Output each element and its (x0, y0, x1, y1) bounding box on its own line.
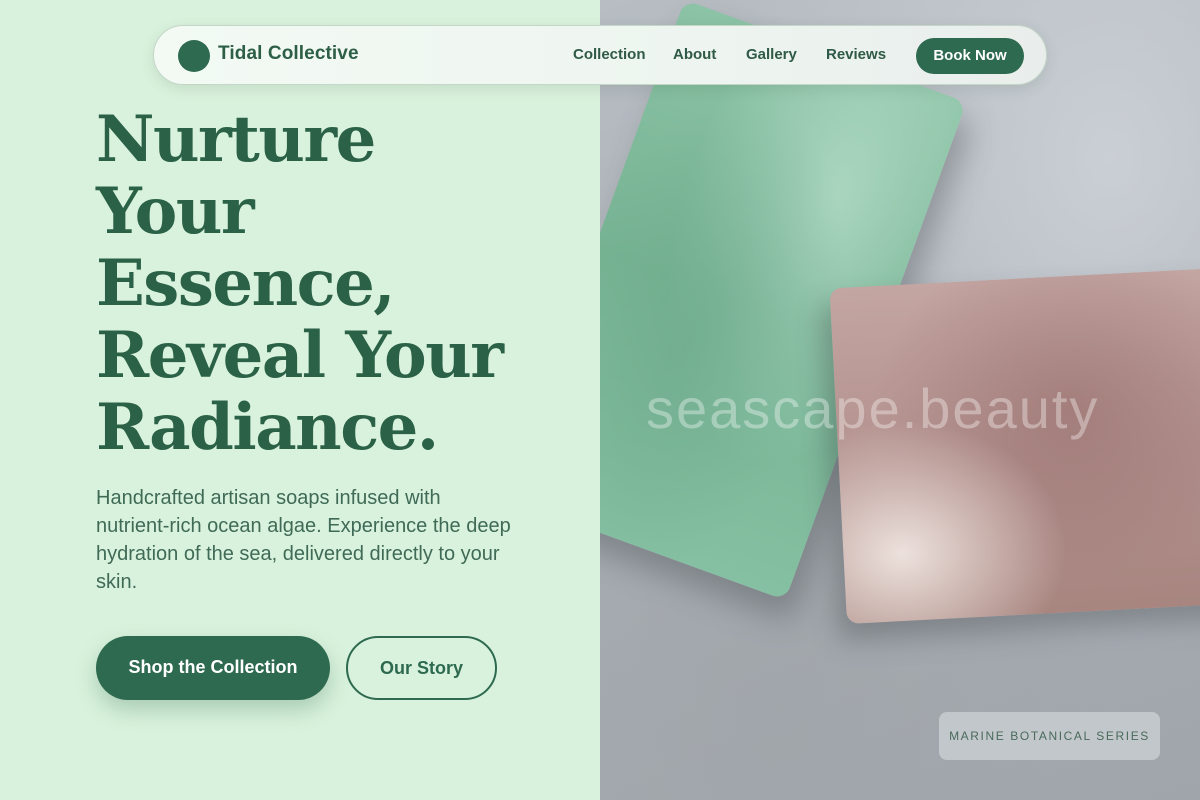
brand-logo-icon[interactable] (178, 40, 210, 72)
nav-link-about[interactable]: About (673, 46, 716, 63)
series-badge: MARINE BOTANICAL SERIES (939, 712, 1160, 760)
hero-subcopy: Handcrafted artisan soaps infused with n… (96, 487, 511, 593)
brand-name[interactable]: Tidal Collective (218, 43, 359, 65)
hero-headline: Nurture Your Essence, Reveal Your Radian… (96, 104, 596, 464)
nav-link-reviews[interactable]: Reviews (826, 46, 886, 63)
pink-soap-bar (829, 268, 1200, 624)
top-navbar: Tidal Collective Collection About Galler… (153, 25, 1047, 85)
our-story-button[interactable]: Our Story (346, 636, 497, 700)
image-watermark: seascape.beauty (646, 377, 1100, 440)
headline-line: Nurture (96, 102, 376, 177)
headline-line: Your (96, 174, 255, 249)
headline-line: Radiance. (96, 390, 439, 465)
nav-link-collection[interactable]: Collection (573, 46, 646, 63)
headline-line: Essence, (96, 246, 396, 321)
shop-collection-button[interactable]: Shop the Collection (96, 636, 330, 700)
nav-link-gallery[interactable]: Gallery (746, 46, 797, 63)
headline-line: Reveal Your (96, 318, 504, 393)
book-now-button[interactable]: Book Now (916, 38, 1024, 74)
